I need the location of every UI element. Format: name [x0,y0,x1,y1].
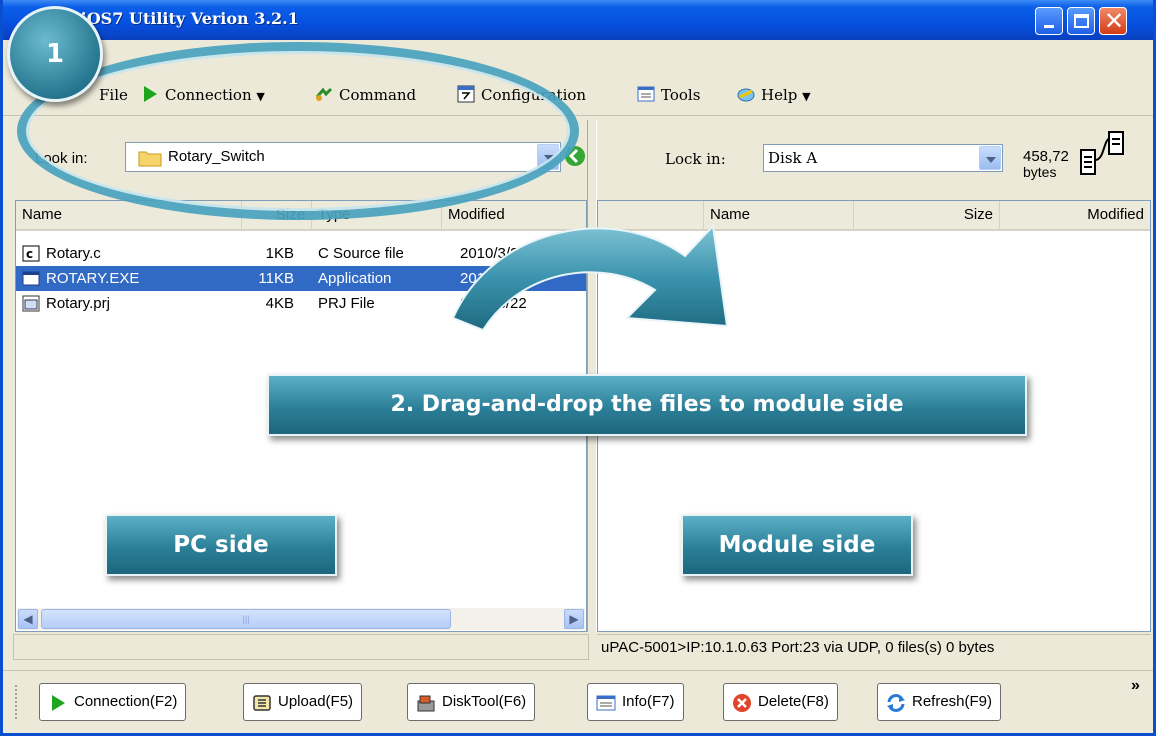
menu-tools[interactable]: Tools [637,80,700,110]
refresh-button-label: Refresh(F9) [912,693,993,710]
pc-side-callout: PC side [105,514,337,576]
menu-tools-label: Tools [661,86,701,104]
close-button[interactable]: ✕ [1099,7,1127,35]
title-bar[interactable]: niOS7 Utility Verion 3.2.1 ✕ [3,0,1153,40]
col-modified[interactable]: Modified [1000,201,1150,229]
play-icon [52,695,65,711]
svg-text:c: c [26,247,33,261]
scroll-right-icon[interactable]: ▶ [564,609,584,629]
info-button[interactable]: Info(F7) [587,683,684,721]
file-name: Rotary.c [46,245,101,262]
disktool-icon [417,695,435,712]
module-side-callout: Module side [681,514,913,576]
drag-drop-callout: 2. Drag-and-drop the files to module sid… [267,374,1027,436]
help-icon [737,88,755,102]
right-lookin-label: Lock in: [665,150,726,168]
disktool-button[interactable]: DiskTool(F6) [407,683,536,721]
status-bar-left [13,634,589,660]
disk-space-icon [1080,131,1124,175]
minimize-button[interactable] [1035,7,1063,35]
file-size: 1KB [265,245,294,262]
highlight-oval [17,42,579,220]
file-name: Rotary.prj [46,295,110,312]
disktool-button-label: DiskTool(F6) [442,693,527,710]
free-space-value: 458,72 [1023,148,1069,165]
status-bar-right: uPAC-5001>IP:10.1.0.63 Port:23 via UDP, … [597,634,1151,660]
prj-icon [22,295,40,312]
window-title: niOS7 Utility Verion 3.2.1 [69,9,299,28]
step-1-badge: 1 [7,6,103,102]
bottom-toolbar: Connection(F2) Upload(F5) DiskTool(F6) I… [3,670,1153,736]
file-type: C Source file [318,245,404,262]
delete-icon [733,694,751,712]
exe-icon [22,271,40,286]
free-space-unit: bytes [1023,164,1057,180]
col-size[interactable]: Size [854,201,1000,229]
menu-help-label: Help [761,86,798,104]
connection-button[interactable]: Connection(F2) [39,683,187,721]
menu-help[interactable]: Help ▼ [737,80,811,110]
delete-button[interactable]: Delete(F8) [723,683,838,721]
file-size: 4KB [265,295,294,312]
horizontal-scrollbar[interactable]: ◀ ||| ▶ [17,608,585,630]
right-lookin-value: Disk A [768,149,818,167]
tools-icon [637,86,655,102]
refresh-icon [887,694,905,712]
connection-button-label: Connection(F2) [74,693,178,710]
scroll-left-icon[interactable]: ◀ [18,609,38,629]
chevron-down-icon[interactable] [979,146,1001,170]
upload-button[interactable]: Upload(F5) [243,683,363,721]
scroll-thumb[interactable]: ||| [41,609,451,629]
info-button-label: Info(F7) [622,693,675,710]
c-source-icon: c [22,245,40,262]
close-icon: ✕ [1104,7,1125,35]
toolbar-more-icon[interactable]: » [1131,677,1140,695]
file-size: 11KB [258,270,294,287]
file-type: PRJ File [318,295,375,312]
file-name: ROTARY.EXE [46,270,140,287]
delete-button-label: Delete(F8) [758,693,829,710]
refresh-button[interactable]: Refresh(F9) [877,683,1002,721]
file-type: Application [318,270,392,287]
chevron-down-icon: ▼ [802,90,811,103]
right-lookin-combo[interactable]: Disk A [763,144,1003,172]
drag-arrow-icon [451,223,729,332]
app-window: niOS7 Utility Verion 3.2.1 ✕ File Connec… [0,0,1156,736]
upload-button-label: Upload(F5) [278,693,354,710]
upload-icon [253,695,271,711]
maximize-button[interactable] [1067,7,1095,35]
info-icon [596,695,616,711]
toolbar-grip[interactable] [15,685,19,719]
